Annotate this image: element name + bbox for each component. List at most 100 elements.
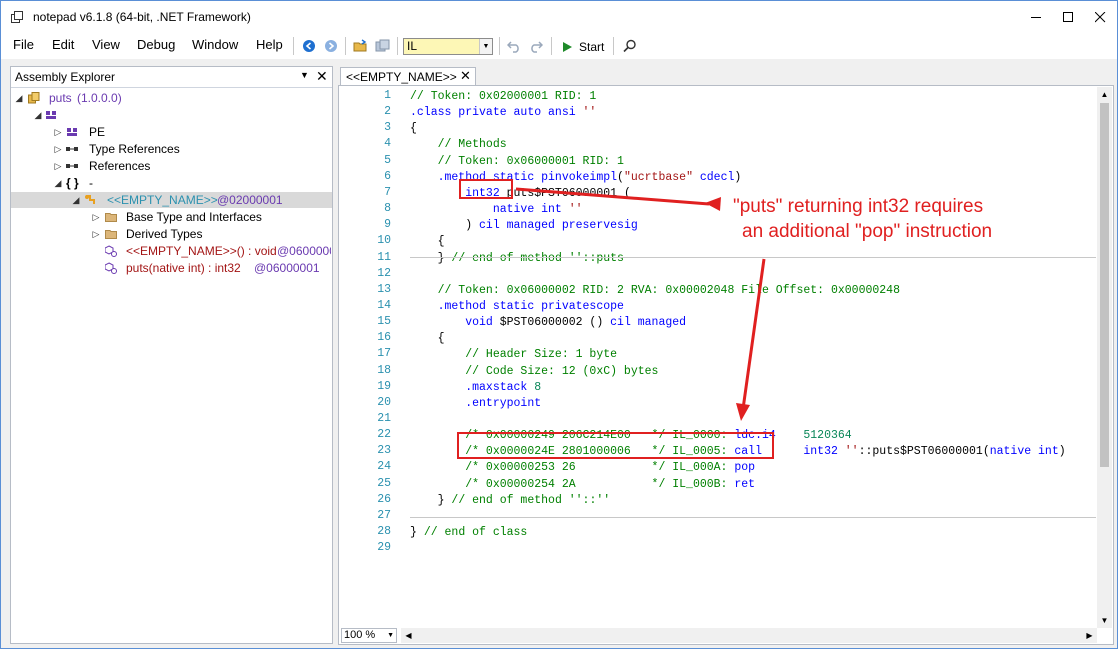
line-number: 25 bbox=[377, 476, 391, 490]
code-line[interactable]: native int '' bbox=[410, 202, 583, 218]
code-token: '' bbox=[582, 106, 597, 120]
scroll-thumb[interactable] bbox=[1100, 103, 1109, 467]
collapsed-arrow-icon[interactable]: ▷ bbox=[53, 141, 63, 157]
toolbar-separator bbox=[293, 37, 294, 55]
scroll-right-icon[interactable]: ▶ bbox=[1082, 628, 1097, 643]
language-select[interactable]: IL ▼ bbox=[403, 38, 493, 55]
window-title: notepad v6.1.8 (64-bit, .NET Framework) bbox=[33, 10, 251, 24]
scroll-left-icon[interactable]: ◀ bbox=[401, 628, 416, 643]
close-panel-icon[interactable]: ✕ bbox=[316, 68, 328, 85]
code-token: .class private auto ansi bbox=[410, 106, 583, 120]
code-line[interactable]: .maxstack 8 bbox=[410, 380, 541, 396]
line-number: 3 bbox=[384, 121, 391, 135]
collapsed-arrow-icon[interactable]: ▷ bbox=[53, 158, 63, 174]
code-token: // Header Size: 1 byte bbox=[410, 348, 618, 362]
code-line[interactable]: // Code Size: 12 (0xC) bytes bbox=[410, 364, 658, 380]
code-line[interactable]: { bbox=[410, 331, 445, 347]
code-line[interactable]: /* 0x00000253 26 */ IL_000A: pop bbox=[410, 460, 755, 476]
scroll-down-icon[interactable]: ▼ bbox=[1097, 613, 1112, 628]
expanded-arrow-icon[interactable]: ◢ bbox=[33, 107, 43, 123]
code-token: ) bbox=[1058, 445, 1066, 459]
menu-edit[interactable]: Edit bbox=[52, 37, 74, 52]
collapsed-arrow-icon[interactable]: ▷ bbox=[91, 209, 101, 225]
zoom-select[interactable]: 100 % ▼ bbox=[341, 628, 397, 643]
tree-node-method-entry[interactable]: <<EMPTY_NAME>>() : void @0600000 bbox=[11, 243, 331, 259]
tree-label: puts bbox=[49, 91, 72, 105]
code-line[interactable]: // Header Size: 1 byte bbox=[410, 347, 617, 363]
play-icon bbox=[563, 42, 572, 52]
code-line[interactable]: { bbox=[410, 121, 417, 137]
code-line[interactable]: /* 0x00000254 2A */ IL_000B: ret bbox=[410, 477, 755, 493]
tree-node-pe[interactable]: ▷ PE bbox=[11, 124, 331, 140]
code-line[interactable]: // Token: 0x02000001 RID: 1 bbox=[410, 89, 596, 105]
line-number: 16 bbox=[377, 331, 391, 345]
start-button[interactable]: Start bbox=[561, 38, 604, 56]
back-icon[interactable] bbox=[300, 37, 318, 55]
expanded-arrow-icon[interactable]: ◢ bbox=[14, 90, 24, 106]
code-line[interactable]: ) cil managed preservesig bbox=[410, 218, 638, 234]
line-number: 1 bbox=[384, 89, 391, 102]
menu-debug[interactable]: Debug bbox=[137, 37, 175, 52]
close-icon[interactable] bbox=[1077, 1, 1117, 33]
tree-node-derived-types[interactable]: ▷ Derived Types bbox=[11, 226, 331, 242]
code-line[interactable]: { bbox=[410, 234, 445, 250]
line-number: 12 bbox=[377, 266, 391, 280]
collapsed-arrow-icon[interactable]: ▷ bbox=[91, 226, 101, 242]
close-tab-icon[interactable]: ✕ bbox=[460, 68, 471, 84]
code-line[interactable]: // Token: 0x06000001 RID: 1 bbox=[410, 154, 624, 170]
code-line[interactable]: int32 puts$PST06000001 ( bbox=[410, 186, 631, 202]
scroll-up-icon[interactable]: ▲ bbox=[1097, 87, 1112, 102]
chevron-down-icon[interactable]: ▼ bbox=[479, 39, 492, 54]
tree-node-module[interactable]: ◢ bbox=[11, 107, 331, 123]
code-line[interactable]: .entrypoint bbox=[410, 396, 541, 412]
code-line[interactable]: } // end of method ''::puts bbox=[410, 251, 624, 267]
search-icon[interactable] bbox=[621, 37, 639, 55]
code-line[interactable]: void $PST06000002 () cil managed bbox=[410, 315, 686, 331]
expanded-arrow-icon[interactable]: ◢ bbox=[53, 175, 63, 191]
menu-help[interactable]: Help bbox=[256, 37, 283, 52]
save-all-icon[interactable] bbox=[373, 37, 391, 55]
undo-icon[interactable] bbox=[505, 37, 523, 55]
code-token: $PST06000002 () bbox=[499, 316, 611, 330]
tree-label: <<EMPTY_NAME>>() : void bbox=[126, 244, 277, 258]
tree-node-method-puts[interactable]: puts(native int) : int32 @06000001 bbox=[11, 260, 331, 276]
tree-node-references[interactable]: ▷ References bbox=[11, 158, 331, 174]
code-line[interactable]: } // end of method ''::'' bbox=[410, 493, 611, 509]
folder-icon bbox=[105, 213, 117, 222]
open-file-icon[interactable] bbox=[351, 37, 369, 55]
menu-window[interactable]: Window bbox=[192, 37, 238, 52]
explorer-header: Assembly Explorer ▼ ✕ bbox=[11, 67, 332, 88]
menu-view[interactable]: View bbox=[92, 37, 120, 52]
code-line[interactable]: } // end of class bbox=[410, 525, 527, 541]
highlight-box-int32 bbox=[459, 179, 513, 199]
line-number: 21 bbox=[377, 412, 391, 425]
tab-empty-name[interactable]: <<EMPTY_NAME>> ✕ bbox=[340, 67, 476, 85]
line-number: 28 bbox=[377, 525, 391, 539]
menu-file[interactable]: File bbox=[13, 37, 34, 52]
tree-node-type-references[interactable]: ▷ Type References bbox=[11, 141, 331, 157]
tree-node-base-types[interactable]: ▷ Base Type and Interfaces bbox=[11, 209, 331, 225]
chevron-down-icon[interactable]: ▼ bbox=[387, 629, 394, 642]
code-token: .entrypoint bbox=[410, 396, 542, 410]
vertical-scrollbar[interactable]: ▲ ▼ bbox=[1097, 87, 1112, 628]
assembly-explorer-panel: Assembly Explorer ▼ ✕ ◢ puts (1.0.0.0) ◢… bbox=[10, 66, 333, 644]
tree-node-class[interactable]: ◢ <<EMPTY_NAME>> @02000001 bbox=[11, 192, 332, 208]
tree-node-namespace[interactable]: ◢ { } - bbox=[11, 175, 331, 191]
expanded-arrow-icon[interactable]: ◢ bbox=[71, 192, 81, 208]
code-line[interactable]: .class private auto ansi '' bbox=[410, 105, 596, 121]
collapsed-arrow-icon[interactable]: ▷ bbox=[53, 124, 63, 140]
forward-icon[interactable] bbox=[322, 37, 340, 55]
horizontal-scrollbar[interactable]: ◀ ▶ bbox=[401, 628, 1097, 643]
tree-node-assembly[interactable]: ◢ puts (1.0.0.0) bbox=[11, 90, 331, 106]
code-line[interactable]: // Token: 0x06000002 RID: 2 RVA: 0x00002… bbox=[410, 283, 900, 299]
code-token: /* 0x00000253 26 */ IL_000A: bbox=[410, 461, 735, 475]
code-line[interactable]: // Methods bbox=[410, 137, 507, 153]
line-number: 13 bbox=[377, 282, 391, 296]
code-token: // Methods bbox=[410, 138, 507, 152]
method-separator bbox=[410, 257, 1096, 258]
dropdown-icon[interactable]: ▼ bbox=[300, 70, 309, 80]
line-number: 20 bbox=[377, 395, 391, 409]
code-token: { bbox=[410, 235, 445, 249]
code-line[interactable]: .method static privatescope bbox=[410, 299, 624, 315]
redo-icon[interactable] bbox=[527, 37, 545, 55]
